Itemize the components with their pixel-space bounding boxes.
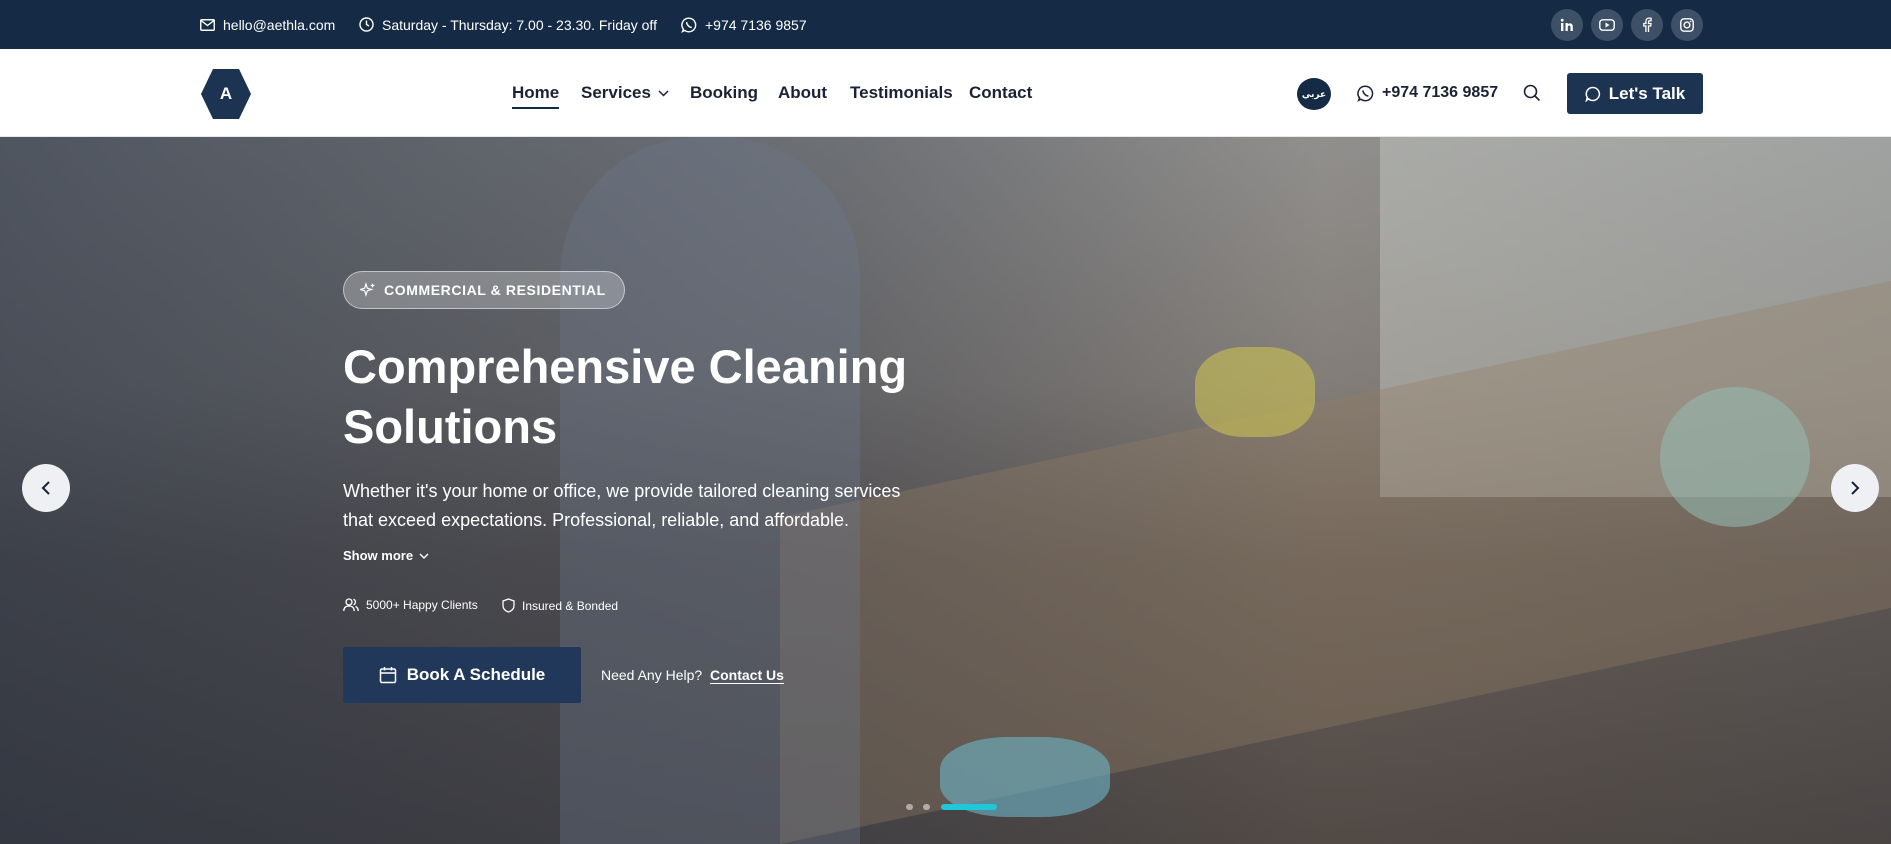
topbar-hours: Saturday - Thursday: 7.00 - 23.30. Frida… xyxy=(359,0,657,49)
hero-background-glove xyxy=(1195,347,1315,437)
feature-insured: Insured & Bonded xyxy=(502,598,618,613)
nav-contact[interactable]: Contact xyxy=(969,49,1032,137)
topbar-email-text: hello@aethla.com xyxy=(223,16,336,33)
main-header: A Home Services Booking About Testimonia… xyxy=(0,49,1891,137)
nav-about-label: About xyxy=(778,83,828,102)
nav-active-underline xyxy=(512,107,560,109)
chevron-down-icon xyxy=(419,553,429,559)
nav-home-label: Home xyxy=(512,83,560,102)
search-button[interactable] xyxy=(1523,84,1541,107)
chevron-right-icon xyxy=(1851,481,1860,495)
nav-booking-label: Booking xyxy=(690,83,758,102)
sparkles-icon xyxy=(360,282,375,298)
slider-dot-2[interactable] xyxy=(923,804,930,810)
users-icon xyxy=(343,598,359,612)
header-phone-text: +974 7136 9857 xyxy=(1382,84,1499,101)
hero-description-line1: Whether it's your home or office, we pro… xyxy=(343,481,901,501)
hero-background-vase xyxy=(1660,387,1810,527)
search-icon xyxy=(1523,84,1541,102)
calendar-icon xyxy=(379,667,396,684)
clock-icon xyxy=(359,17,374,32)
hero-description: Whether it's your home or office, we pro… xyxy=(343,477,923,535)
feature-happy-clients: 5000+ Happy Clients xyxy=(343,598,478,612)
whatsapp-icon xyxy=(681,16,697,33)
slider-next-button[interactable] xyxy=(1831,464,1879,512)
instagram-icon[interactable] xyxy=(1671,9,1703,41)
contact-us-link[interactable]: Contact Us xyxy=(710,667,784,683)
mail-icon xyxy=(200,18,215,31)
lets-talk-label: Let's Talk xyxy=(1608,83,1686,103)
linkedin-icon[interactable] xyxy=(1551,9,1583,41)
chevron-down-icon xyxy=(658,89,669,97)
need-help-text: Need Any Help? xyxy=(601,667,703,683)
book-schedule-label: Book A Schedule xyxy=(406,665,546,684)
nav-about[interactable]: About xyxy=(778,49,827,137)
language-switch-button[interactable]: عربي xyxy=(1297,78,1331,110)
logo-letter: A xyxy=(219,84,233,103)
topbar-phone[interactable]: +974 7136 9857 xyxy=(681,0,807,49)
hero-description-line2: that exceed expectations. Professional, … xyxy=(343,510,849,530)
show-more-label: Show more xyxy=(343,548,414,563)
top-bar: hello@aethla.com Saturday - Thursday: 7.… xyxy=(0,0,1891,49)
feature-happy-clients-text: 5000+ Happy Clients xyxy=(366,598,478,612)
nav-services-label: Services xyxy=(581,83,651,102)
slider-dot-3-active[interactable] xyxy=(941,804,997,810)
facebook-icon[interactable] xyxy=(1631,9,1663,41)
book-schedule-button[interactable]: Book A Schedule xyxy=(343,647,581,703)
hero-slider: COMMERCIAL & RESIDENTIAL Comprehensive C… xyxy=(0,137,1891,844)
feature-insured-text: Insured & Bonded xyxy=(522,598,619,613)
nav-contact-label: Contact xyxy=(969,83,1033,102)
language-label: عربي xyxy=(1301,88,1327,99)
chat-bubble-icon xyxy=(1585,86,1600,102)
lets-talk-button[interactable]: Let's Talk xyxy=(1567,73,1703,114)
nav-testimonials-label: Testimonials xyxy=(850,83,953,102)
slider-prev-button[interactable] xyxy=(22,464,70,512)
topbar-phone-text: +974 7136 9857 xyxy=(705,16,807,33)
topbar-hours-text: Saturday - Thursday: 7.00 - 23.30. Frida… xyxy=(382,16,657,33)
show-more-toggle[interactable]: Show more xyxy=(343,548,429,563)
nav-booking[interactable]: Booking xyxy=(690,49,758,137)
hero-badge: COMMERCIAL & RESIDENTIAL xyxy=(343,271,625,309)
nav-testimonials[interactable]: Testimonials xyxy=(850,49,953,137)
topbar-email[interactable]: hello@aethla.com xyxy=(200,0,335,49)
hero-badge-text: COMMERCIAL & RESIDENTIAL xyxy=(384,282,606,298)
slider-dot-1[interactable] xyxy=(906,804,913,810)
header-phone-link[interactable]: +974 7136 9857 xyxy=(1357,49,1498,137)
whatsapp-icon xyxy=(1357,85,1374,102)
hero-title-line1: Comprehensive Cleaning xyxy=(343,340,908,393)
nav-services[interactable]: Services xyxy=(581,49,669,137)
nav-home[interactable]: Home xyxy=(512,49,560,137)
site-logo[interactable]: A xyxy=(200,67,252,121)
shield-icon xyxy=(502,598,515,613)
hero-title: Comprehensive Cleaning Solutions xyxy=(343,337,963,457)
youtube-icon[interactable] xyxy=(1591,9,1623,41)
chevron-left-icon xyxy=(41,481,50,495)
hero-title-line2: Solutions xyxy=(343,400,558,453)
